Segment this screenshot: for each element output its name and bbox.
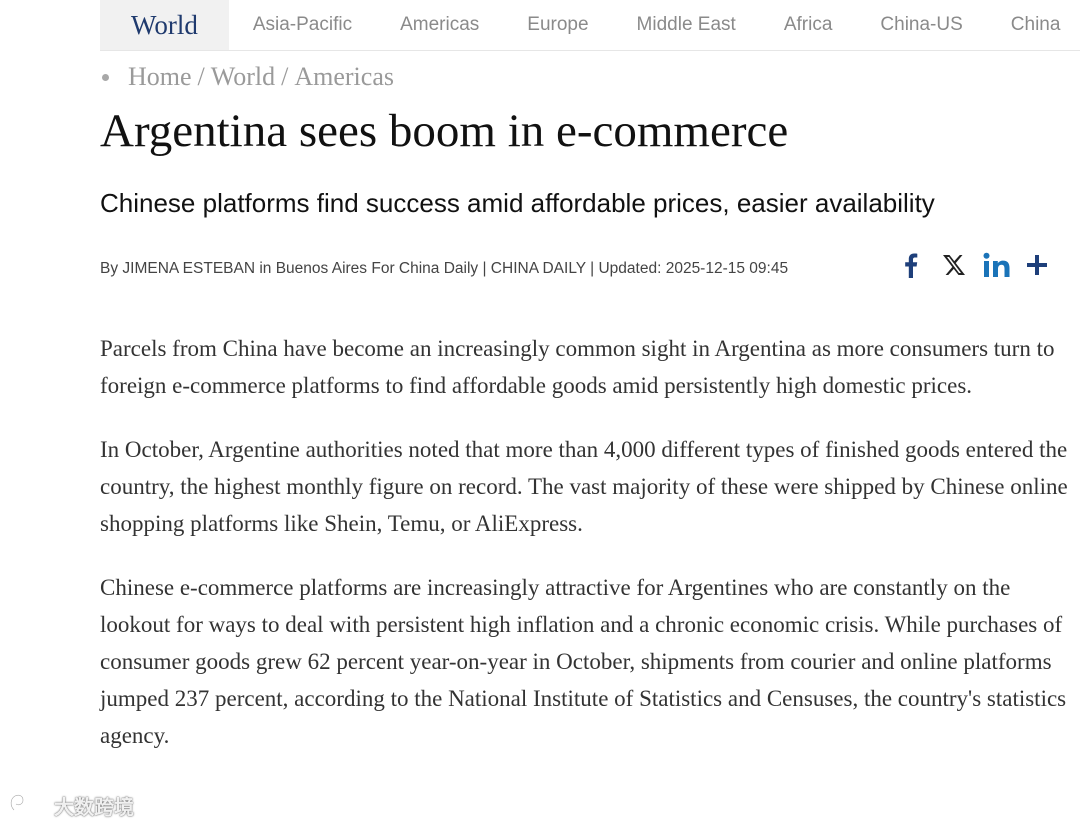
x-icon[interactable] [940, 254, 968, 276]
breadcrumb-home[interactable]: Home [128, 62, 192, 92]
nav-item-china[interactable]: China [987, 0, 1080, 50]
nav-item-label: Africa [783, 14, 833, 35]
article-paragraph: In October, Argentine authorities noted … [100, 437, 1068, 536]
article-paragraph: Parcels from China have become an increa… [100, 336, 1055, 398]
breadcrumb-separator: / [197, 62, 205, 91]
nav-item-label: World [131, 9, 198, 40]
watermark-text: 大数跨境 [54, 795, 134, 819]
nav-item-china-us[interactable]: China-US [856, 0, 986, 50]
article-title: Argentina sees boom in e-commerce [100, 105, 789, 157]
nav-item-label: China [1010, 14, 1061, 35]
nav-item-label: China-US [880, 14, 963, 35]
breadcrumb-separator: / [281, 62, 289, 91]
bullet-icon [102, 73, 109, 81]
nav-item-label: Europe [527, 14, 589, 35]
nav-item-americas[interactable]: Americas [376, 0, 503, 50]
breadcrumb-world[interactable]: World [211, 62, 275, 92]
section-nav: World Asia-Pacific Americas Europe Middl… [100, 0, 1080, 51]
watermark: 大数跨境 [8, 791, 134, 820]
article-paragraph: Chinese e-commerce platforms are increas… [100, 575, 1067, 748]
nav-item-world[interactable]: World [100, 0, 229, 50]
nav-item-asia-pacific[interactable]: Asia-Pacific [229, 0, 376, 50]
linkedin-icon[interactable] [980, 252, 1014, 278]
article-subtitle: Chinese platforms find success amid affo… [100, 188, 935, 218]
watermark-logo-icon [8, 792, 48, 819]
nav-item-label: Middle East [636, 14, 736, 35]
facebook-icon[interactable] [898, 252, 924, 278]
article-byline: By JIMENA ESTEBAN in Buenos Aires For Ch… [100, 260, 789, 277]
share-bar [898, 246, 1050, 284]
nav-item-label: Americas [400, 14, 480, 35]
article-body: Parcels from China have become an increa… [100, 330, 1070, 781]
nav-item-europe[interactable]: Europe [503, 0, 612, 50]
nav-item-africa[interactable]: Africa [760, 0, 857, 50]
plus-icon[interactable] [1024, 254, 1050, 276]
breadcrumb-americas[interactable]: Americas [294, 62, 394, 92]
breadcrumb: Home / World / Americas [102, 62, 394, 92]
nav-item-label: Asia-Pacific [252, 14, 353, 35]
nav-item-middle-east[interactable]: Middle East [613, 0, 760, 50]
